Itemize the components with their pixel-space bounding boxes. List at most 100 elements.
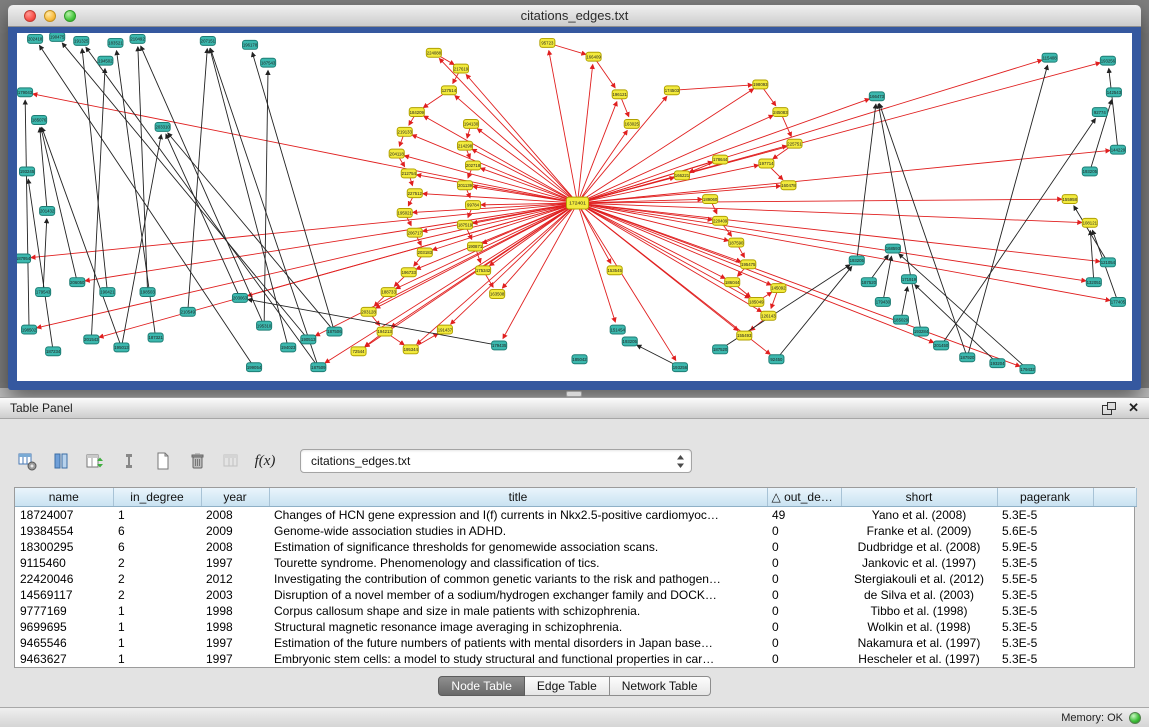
table-cell[interactable]: 9777169: [15, 603, 113, 619]
table-cell[interactable]: 9115460: [15, 555, 113, 571]
graph-node[interactable]: 189060: [703, 195, 718, 204]
graph-node[interactable]: 185049: [749, 297, 764, 306]
table-cell[interactable]: Franke et al. (2009): [841, 523, 997, 539]
table-cell[interactable]: 0: [767, 619, 841, 635]
table-cell[interactable]: Estimation of significance thresholds fo…: [269, 539, 767, 555]
graph-node[interactable]: 187520: [861, 278, 876, 287]
table-cell[interactable]: 1997: [201, 635, 269, 651]
graph-node[interactable]: 224088: [426, 48, 441, 57]
graph-node[interactable]: 132051: [1086, 278, 1101, 287]
table-cell[interactable]: 0: [767, 635, 841, 651]
graph-node[interactable]: 168593: [885, 244, 900, 253]
table-cell[interactable]: Embryonic stem cells: a model to study s…: [269, 651, 767, 667]
create-table-button[interactable]: [150, 448, 176, 474]
table-cell[interactable]: 18300295: [15, 539, 113, 555]
graph-node[interactable]: 185076: [32, 116, 47, 125]
table-cell[interactable]: 2003: [201, 587, 269, 603]
table-row[interactable]: 969969511998Structural magnetic resonanc…: [15, 619, 1136, 635]
column-header-pagerank[interactable]: pagerank: [997, 488, 1093, 506]
table-cell[interactable]: 2012: [201, 571, 269, 587]
graph-node[interactable]: 153545: [607, 266, 622, 275]
table-cell[interactable]: 6: [113, 523, 201, 539]
graph-node[interactable]: 207151: [200, 36, 215, 45]
graph-node[interactable]: 187509: [311, 363, 326, 372]
graph-node[interactable]: 198502: [22, 325, 37, 334]
table-cell[interactable]: 2: [113, 571, 201, 587]
table-settings-button[interactable]: [14, 448, 40, 474]
graph-node[interactable]: 115408: [1042, 53, 1057, 62]
graph-node[interactable]: 179435: [492, 341, 507, 350]
graph-node[interactable]: 190871: [468, 242, 483, 251]
graph-node[interactable]: 175342: [476, 266, 491, 275]
table-cell[interactable]: Jankovic et al. (1997): [841, 555, 997, 571]
graph-node[interactable]: 219133: [397, 127, 412, 136]
table-row[interactable]: 977716911998Corpus callosum shape and si…: [15, 603, 1136, 619]
table-cell[interactable]: Corpus callosum shape and size in male p…: [269, 603, 767, 619]
table-cell[interactable]: 0: [767, 555, 841, 571]
graph-node[interactable]: 155958: [1062, 195, 1077, 204]
table-cell[interactable]: 0: [767, 603, 841, 619]
graph-node[interactable]: 163025: [624, 120, 639, 129]
graph-node[interactable]: 190421: [100, 288, 115, 297]
table-cell[interactable]: 2: [113, 555, 201, 571]
graph-node[interactable]: 151454: [610, 325, 625, 334]
table-cell[interactable]: de Silva et al. (2003): [841, 587, 997, 603]
graph-node[interactable]: 179430: [875, 297, 890, 306]
table-cell[interactable]: Changes of HCN gene expression and I(f) …: [269, 506, 767, 523]
table-row[interactable]: 1456911722003Disruption of a novel membe…: [15, 587, 1136, 603]
table-cell[interactable]: Investigating the contribution of common…: [269, 571, 767, 587]
table-cell[interactable]: 5.6E-5: [997, 523, 1093, 539]
graph-node[interactable]: 142543: [1106, 88, 1121, 97]
graph-node[interactable]: 194502: [98, 56, 113, 65]
graph-node[interactable]: 121054: [1100, 258, 1115, 267]
table-cell[interactable]: Estimation of the future numbers of pati…: [269, 635, 767, 651]
graph-node[interactable]: 227512: [407, 189, 422, 198]
graph-node[interactable]: 185042: [572, 355, 587, 364]
graph-node[interactable]: 185029: [893, 315, 908, 324]
table-cell[interactable]: Genome-wide association studies in ADHD.: [269, 523, 767, 539]
table-cell[interactable]: 1: [113, 651, 201, 667]
table-cell[interactable]: 9463627: [15, 651, 113, 667]
table-cell[interactable]: Nakamura et al. (1997): [841, 635, 997, 651]
graph-node[interactable]: 198503: [140, 288, 155, 297]
table-cell[interactable]: 1: [113, 635, 201, 651]
table-cell[interactable]: Structural magnetic resonance image aver…: [269, 619, 767, 635]
graph-node[interactable]: 187519: [457, 220, 472, 229]
graph-node[interactable]: 217619: [453, 64, 468, 73]
tab-network-table[interactable]: Network Table: [610, 676, 711, 696]
graph-node[interactable]: 193256: [672, 363, 687, 372]
table-row[interactable]: 1830029562008Estimation of significance …: [15, 539, 1136, 555]
graph-node[interactable]: 179432: [1020, 365, 1035, 374]
table-cell[interactable]: Dudbridge et al. (2008): [841, 539, 997, 555]
graph-node[interactable]: 179543: [36, 288, 51, 297]
table-cell[interactable]: 1: [113, 603, 201, 619]
graph-node[interactable]: 201139: [457, 181, 472, 190]
table-cell[interactable]: 0: [767, 651, 841, 667]
table-cell[interactable]: 5.3E-5: [997, 619, 1093, 635]
graph-node[interactable]: 187954: [17, 254, 31, 263]
table-cell[interactable]: 5.3E-5: [997, 506, 1093, 523]
graph-node[interactable]: 187590: [729, 238, 744, 247]
function-builder-button[interactable]: f(x): [252, 448, 278, 474]
table-cell[interactable]: 5.3E-5: [997, 651, 1093, 667]
graph-node[interactable]: 245083: [773, 108, 788, 117]
table-cell[interactable]: Disruption of a novel member of a sodium…: [269, 587, 767, 603]
graph-node[interactable]: 187520: [713, 345, 728, 354]
table-cell[interactable]: 0: [767, 539, 841, 555]
graph-node[interactable]: 196178: [243, 40, 258, 49]
column-header-name[interactable]: name: [15, 488, 113, 506]
graph-node[interactable]: 195310: [257, 321, 272, 330]
close-window-button[interactable]: [24, 10, 36, 22]
graph-node[interactable]: 193205: [622, 337, 637, 346]
graph-node[interactable]: 127514: [441, 86, 456, 95]
table-import-button[interactable]: [82, 448, 108, 474]
graph-node[interactable]: 198093: [753, 80, 768, 89]
graph-node[interactable]: 201450: [934, 341, 949, 350]
graph-node[interactable]: 188733: [381, 288, 396, 297]
graph-node[interactable]: 203183: [417, 248, 432, 257]
graph-node[interactable]: 199054: [247, 363, 262, 372]
graph-node[interactable]: 193284: [914, 327, 929, 336]
table-cell[interactable]: Tibbo et al. (1998): [841, 603, 997, 619]
table-cell[interactable]: 5.3E-5: [997, 555, 1093, 571]
graph-node[interactable]: 196733: [401, 268, 416, 277]
